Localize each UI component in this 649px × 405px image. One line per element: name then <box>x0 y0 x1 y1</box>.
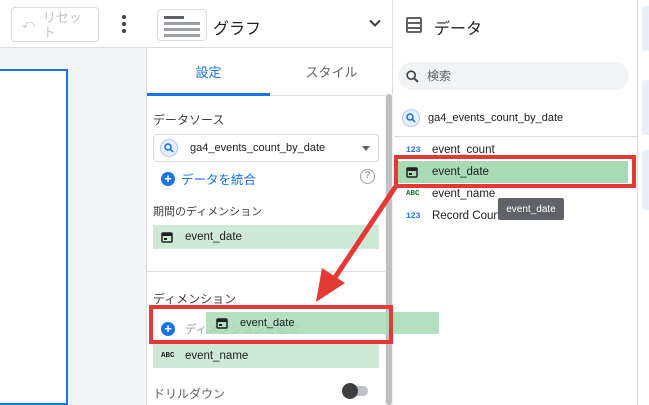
top-toolbar: ⤺ リセット <box>0 0 147 48</box>
rail-tab[interactable] <box>642 80 649 135</box>
analytics-icon <box>402 109 420 127</box>
data-panel-header: データ <box>394 0 637 48</box>
rail-tab[interactable] <box>642 150 649 210</box>
tab-setup[interactable]: 設定 <box>147 48 270 96</box>
text-type-icon: ABC <box>406 190 420 198</box>
help-icon[interactable]: ? <box>360 169 375 184</box>
data-table-icon <box>406 17 422 33</box>
field-name: Record Count <box>432 210 503 222</box>
data-panel-title: データ <box>434 21 483 38</box>
add-circle-icon: + <box>161 171 175 186</box>
chevron-down-icon[interactable] <box>368 16 382 30</box>
blend-data-link[interactable]: + データを統合 <box>161 169 256 188</box>
report-page-canvas[interactable] <box>0 69 68 405</box>
data-source-name: ga4_events_count_by_date <box>428 112 564 124</box>
data-source-row[interactable]: ga4_events_count_by_date <box>402 109 563 127</box>
reset-button-label: リセット <box>42 9 82 40</box>
chart-type-label[interactable]: グラフ <box>213 15 261 39</box>
field-name: event_name <box>432 188 496 200</box>
tab-style[interactable]: スタイル <box>270 48 393 95</box>
dimension-name: event_name <box>185 350 249 362</box>
properties-header: グラフ <box>147 0 393 48</box>
date-range-dimension-chip[interactable]: event_date <box>153 225 379 249</box>
highlight-drop-target <box>149 305 393 344</box>
properties-panel: グラフ 設定 スタイル データソース ga4_events_count_by_d… <box>147 0 393 405</box>
section-divider <box>394 136 637 137</box>
data-source-label: データソース <box>153 113 225 127</box>
more-vert-icon[interactable] <box>114 10 134 38</box>
caret-down-icon <box>362 146 370 151</box>
drilldown-label: ドリルダウン <box>153 387 226 401</box>
search-input[interactable] <box>427 69 607 83</box>
number-type-icon: 123 <box>406 145 421 155</box>
data-source-select[interactable]: ga4_events_count_by_date <box>153 134 379 162</box>
number-type-icon: 123 <box>406 211 421 221</box>
data-source-value: ga4_events_count_by_date <box>190 142 326 154</box>
drilldown-toggle[interactable] <box>342 383 368 399</box>
field-search[interactable] <box>398 62 629 90</box>
rail-tab[interactable] <box>642 6 649 51</box>
section-divider <box>147 271 385 272</box>
dimension-chip[interactable]: ABC event_name <box>153 344 379 368</box>
right-side-rail <box>637 0 649 405</box>
reset-button[interactable]: ⤺ リセット <box>11 7 99 42</box>
calendar-icon <box>161 232 173 243</box>
search-icon <box>406 69 419 83</box>
undo-icon: ⤺ <box>22 17 35 31</box>
drag-tooltip: event_date <box>498 198 564 220</box>
text-type-icon: ABC <box>161 352 175 360</box>
blend-data-label: データを統合 <box>181 173 257 187</box>
date-range-dimension-label: 期間のディメンション <box>153 206 263 218</box>
table-chart-icon[interactable] <box>157 9 207 41</box>
analytics-icon <box>160 139 178 157</box>
report-canvas-area: ⤺ リセット <box>0 0 147 405</box>
date-range-dimension-value: event_date <box>185 231 242 243</box>
properties-tabs: 設定 スタイル <box>147 48 393 96</box>
highlight-source-field <box>394 155 636 188</box>
properties-scrollbar[interactable] <box>385 94 393 405</box>
